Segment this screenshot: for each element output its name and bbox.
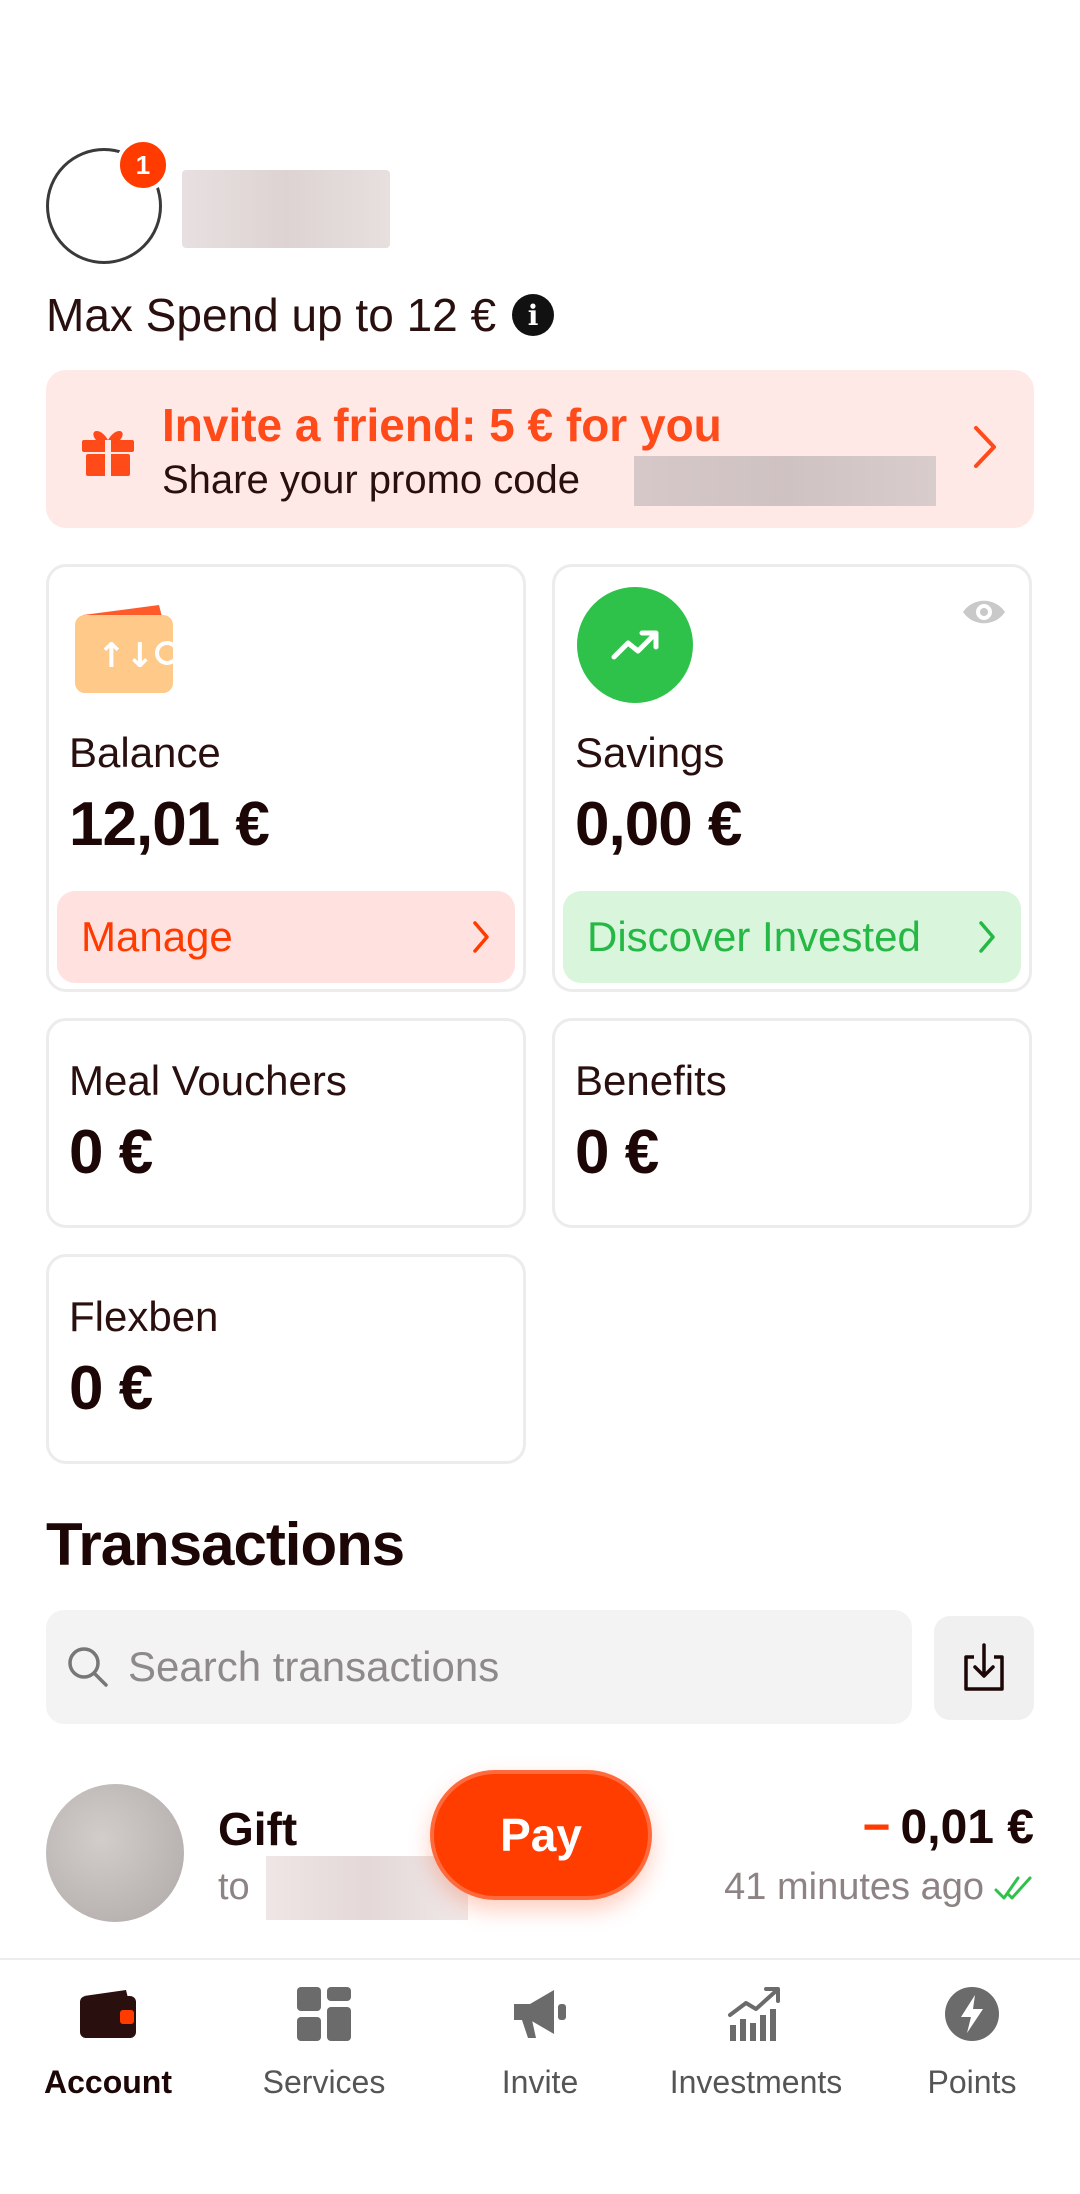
download-icon [964, 1643, 1004, 1691]
balance-value: 12,01 € [69, 790, 270, 859]
savings-value: 0,00 € [575, 790, 742, 859]
gift-icon [82, 430, 134, 476]
nav-services-label: Services [262, 2064, 386, 2100]
nav-account-label: Account [44, 2064, 172, 2100]
benefits-label: Benefits [575, 1057, 727, 1104]
trending-up-icon [577, 587, 693, 703]
flexben-label: Flexben [69, 1293, 219, 1340]
transaction-time-row: 41 minutes ago [724, 1866, 1034, 1909]
promo-code-redacted [634, 456, 936, 506]
nav-invite[interactable]: Invite [432, 1982, 648, 2101]
balance-label: Balance [69, 729, 221, 776]
transaction-recipient-prefix: to [218, 1866, 250, 1908]
benefits-value: 0 € [575, 1118, 659, 1187]
nav-points[interactable]: Points [864, 1982, 1080, 2101]
notification-badge: 1 [116, 138, 170, 192]
max-spend-text: Max Spend up to 12 € [46, 289, 497, 341]
invite-subtitle: Share your promo code [162, 458, 581, 502]
manage-button[interactable]: Manage [57, 891, 515, 983]
amount-value: 0,01 € [900, 1801, 1034, 1854]
flexben-value: 0 € [69, 1354, 153, 1423]
nav-account[interactable]: Account [0, 1982, 216, 2101]
info-icon[interactable]: i [512, 294, 555, 336]
transaction-amount: −0,01 € [863, 1800, 1034, 1855]
download-button[interactable] [934, 1616, 1034, 1720]
nav-investments-label: Investments [669, 2064, 843, 2100]
nav-points-label: Points [927, 2064, 1017, 2100]
wallet-icon [80, 1990, 136, 2038]
max-spend-row: Max Spend up to 12 € i [46, 288, 555, 342]
invite-title: Invite a friend: 5 € for you [162, 399, 722, 451]
svg-text:↑↓: ↑↓ [97, 636, 154, 676]
eye-icon[interactable] [961, 595, 1007, 629]
bottom-navigation: Account Services Invite Investments Poin… [0, 1958, 1080, 2194]
manage-label: Manage [81, 913, 233, 960]
nav-invite-label: Invite [501, 2064, 579, 2100]
discover-invested-button[interactable]: Discover Invested [563, 891, 1021, 983]
savings-card[interactable]: Savings 0,00 € Discover Invested [552, 564, 1032, 992]
pay-button[interactable]: Pay [430, 1770, 652, 1900]
search-icon [68, 1647, 108, 1687]
savings-label: Savings [575, 729, 725, 776]
meal-vouchers-value: 0 € [69, 1118, 153, 1187]
nav-investments[interactable]: Investments [648, 1982, 864, 2101]
meal-vouchers-card[interactable]: Meal Vouchers 0 € [46, 1018, 526, 1228]
chevron-right-icon [473, 921, 489, 953]
amount-sign: − [862, 1801, 891, 1854]
benefits-card[interactable]: Benefits 0 € [552, 1018, 1032, 1228]
transaction-name: Gift [218, 1803, 298, 1855]
balance-card[interactable]: ↑↓ Balance 12,01 € Manage [46, 564, 526, 992]
meal-vouchers-label: Meal Vouchers [69, 1057, 347, 1104]
transaction-avatar [46, 1784, 184, 1922]
invite-banner[interactable]: Invite a friend: 5 € for you Share your … [46, 370, 1034, 528]
lightning-icon [945, 1987, 999, 2041]
search-bar[interactable] [46, 1610, 912, 1724]
chevron-right-icon [974, 426, 996, 468]
transactions-title: Transactions [46, 1511, 405, 1578]
user-name-redacted [182, 170, 390, 248]
double-check-icon [994, 1876, 1032, 1899]
discover-invested-label: Discover Invested [587, 913, 921, 960]
chevron-right-icon [979, 921, 995, 953]
nav-services[interactable]: Services [216, 1982, 432, 2101]
search-input[interactable] [128, 1643, 888, 1691]
wallet-transfer-icon: ↑↓ [75, 605, 179, 693]
flexben-card[interactable]: Flexben 0 € [46, 1254, 526, 1464]
chart-icon [728, 1987, 780, 2041]
grid-icon [297, 1987, 351, 2041]
transaction-time: 41 minutes ago [724, 1866, 984, 1908]
megaphone-icon [514, 1990, 566, 2038]
